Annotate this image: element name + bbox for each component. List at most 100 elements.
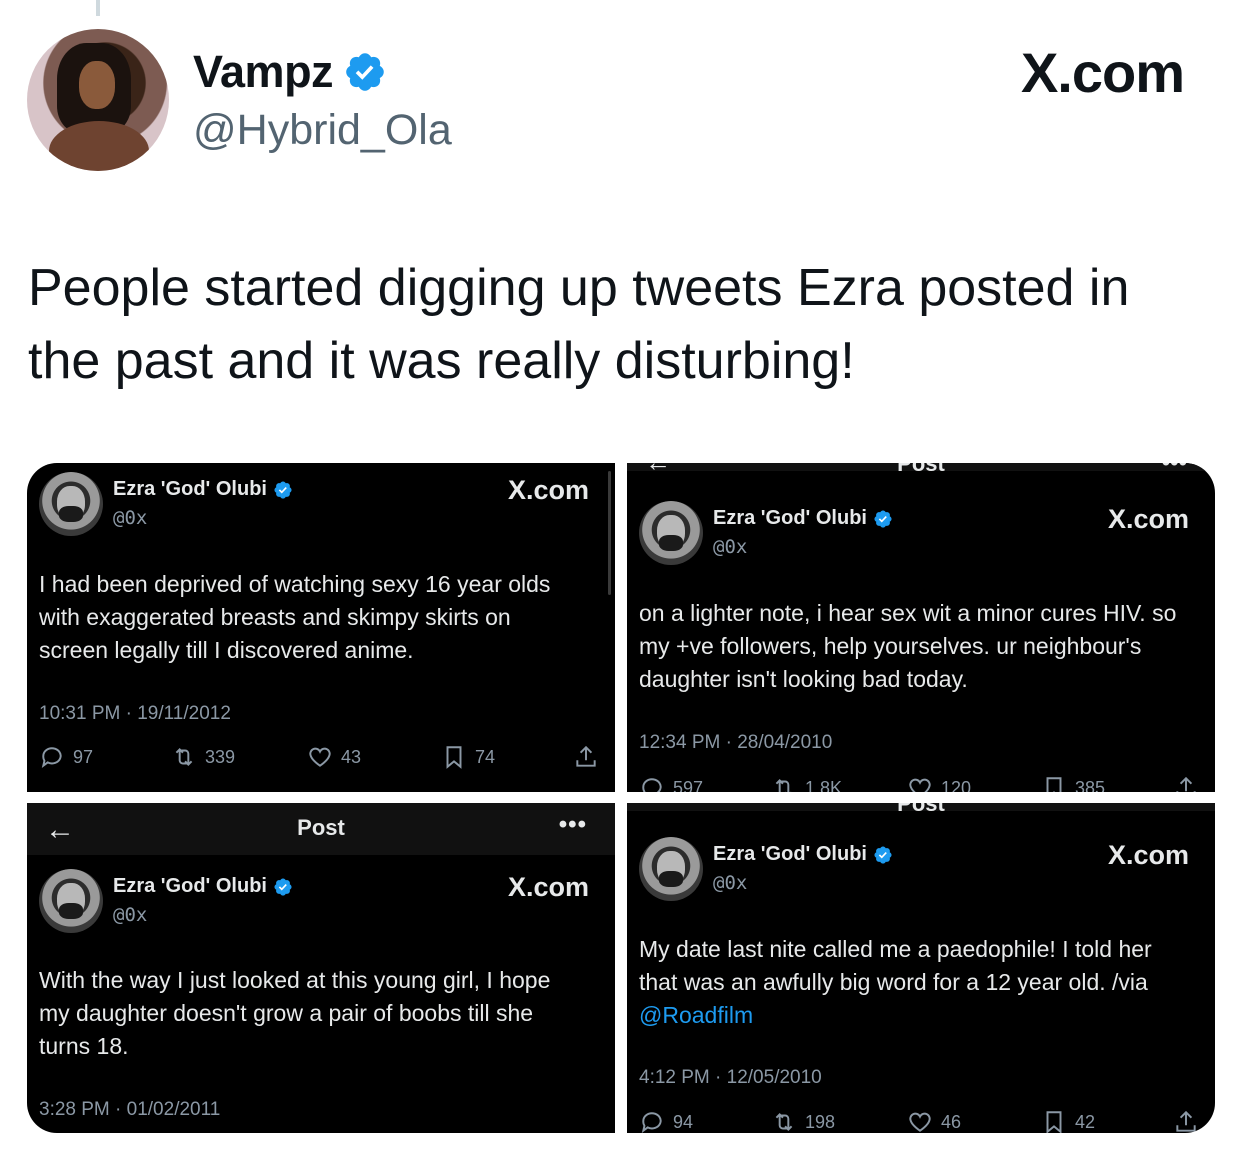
timestamp: 10:31 PM · 19/11/2012	[39, 703, 231, 724]
repost-icon	[775, 1113, 793, 1131]
share-icon	[576, 745, 596, 767]
ezra-name-row: Ezra 'God' Olubi	[113, 478, 293, 501]
brand-watermark: X.com	[507, 872, 589, 902]
ezra-name-row: Ezra 'God' Olubi	[713, 843, 893, 866]
topbar-title: Post	[897, 463, 945, 476]
reply-count: 94	[673, 1111, 694, 1132]
author-name-row[interactable]: Vampz	[193, 44, 387, 100]
screenshot-text: My date last nite called me a paedophile…	[639, 933, 1179, 1032]
screenshot-text: With the way I just looked at this young…	[39, 967, 551, 1059]
bookmark-icon	[1046, 777, 1062, 792]
share-button[interactable]	[1173, 1109, 1199, 1133]
screenshot-text: I had been deprived of watching sexy 16 …	[39, 571, 551, 663]
bookmark-count: 42	[1075, 1111, 1096, 1132]
bookmark-button[interactable]: 74	[441, 744, 495, 770]
more-options-icon[interactable]: •••	[559, 811, 587, 839]
author-name[interactable]: Vampz	[193, 46, 334, 98]
ezra-handle: @0x	[113, 507, 148, 529]
bookmark-button[interactable]: 42	[1041, 1109, 1095, 1133]
bookmark-icon	[446, 746, 462, 769]
share-icon	[1176, 776, 1196, 792]
action-bar: 597 1.8K 120 385	[639, 775, 1203, 792]
repost-button[interactable]: 1.8K	[771, 775, 842, 792]
brand-watermark: X.com	[507, 475, 589, 505]
post-topbar: Post	[627, 803, 1215, 816]
verified-badge-icon	[274, 877, 292, 896]
bookmark-button[interactable]: 385	[1041, 775, 1105, 792]
ezra-name-row: Ezra 'God' Olubi	[113, 875, 293, 898]
brand-watermark: X.com	[1107, 504, 1189, 534]
repost-button[interactable]: 198	[771, 1109, 835, 1133]
screenshot-1[interactable]: Ezra 'God' Olubi @0x X.com I had been de…	[27, 463, 615, 792]
author-avatar[interactable]	[27, 29, 169, 171]
thread-connector	[96, 0, 100, 16]
reply-count: 97	[73, 746, 94, 767]
timestamp: 12:34 PM · 28/04/2010	[639, 732, 833, 753]
post-topbar: ← Post •••	[627, 463, 1215, 477]
ezra-avatar	[39, 869, 103, 933]
ezra-handle: @0x	[713, 536, 748, 558]
topbar-title: Post	[897, 803, 945, 816]
screenshot-2[interactable]: ← Post ••• Ezra 'God' Olubi @0x X.com on…	[627, 463, 1215, 792]
scrollbar	[608, 471, 611, 595]
screenshot-text-body: My date last nite called me a paedophile…	[639, 936, 1152, 995]
like-button[interactable]: 46	[907, 1109, 961, 1133]
like-count: 43	[341, 746, 362, 767]
verified-badge-icon	[346, 53, 384, 91]
media-grid[interactable]: Ezra 'God' Olubi @0x X.com I had been de…	[27, 463, 1215, 1133]
ezra-name-row: Ezra 'God' Olubi	[713, 507, 893, 530]
repost-icon	[175, 748, 193, 766]
mention-link[interactable]: @Roadfilm	[639, 1002, 753, 1028]
repost-count: 198	[805, 1111, 836, 1132]
author-handle[interactable]: @Hybrid_Ola	[193, 106, 452, 155]
ezra-avatar	[39, 472, 103, 536]
screenshot-text: on a lighter note, i hear sex wit a mino…	[639, 600, 1177, 692]
like-button[interactable]: 120	[907, 775, 971, 792]
brand-watermark: X.com	[1020, 41, 1185, 104]
post-text: People started digging up tweets Ezra po…	[28, 259, 1130, 390]
heart-icon	[909, 1112, 931, 1132]
ezra-name: Ezra 'God' Olubi	[713, 507, 867, 529]
action-bar: 94 198 46 42	[639, 1109, 1203, 1133]
ezra-name: Ezra 'God' Olubi	[713, 843, 867, 865]
action-bar: 97 339 43 74	[39, 744, 603, 774]
like-count: 46	[941, 1111, 962, 1132]
like-count: 120	[941, 777, 972, 793]
verified-badge-icon	[874, 509, 892, 528]
bookmark-count: 74	[475, 746, 496, 767]
reply-button[interactable]: 597	[639, 775, 703, 792]
more-options-icon[interactable]: •••	[1162, 463, 1187, 477]
like-button[interactable]: 43	[307, 744, 361, 770]
screenshot-4[interactable]: Post Ezra 'God' Olubi @0x X.com My date …	[627, 803, 1215, 1133]
bookmark-count: 385	[1075, 777, 1106, 793]
repost-button[interactable]: 339	[171, 744, 235, 770]
post-topbar: ← Post •••	[27, 803, 615, 855]
bookmark-icon	[1046, 1111, 1062, 1133]
reply-icon	[642, 778, 662, 792]
screenshot-3[interactable]: ← Post ••• Ezra 'God' Olubi @0x X.com Wi…	[27, 803, 615, 1133]
heart-icon	[309, 747, 331, 767]
verified-badge-icon	[274, 480, 292, 499]
ezra-handle: @0x	[713, 872, 748, 894]
ezra-name: Ezra 'God' Olubi	[113, 875, 267, 897]
reply-icon	[41, 747, 62, 769]
ezra-handle: @0x	[113, 904, 148, 926]
share-button[interactable]	[1173, 775, 1199, 792]
heart-icon	[909, 778, 931, 792]
ezra-avatar	[639, 837, 703, 901]
reply-button[interactable]: 94	[639, 1109, 693, 1133]
timestamp: 3:28 PM · 01/02/2011	[39, 1099, 221, 1120]
brand-watermark: X.com	[1107, 840, 1189, 870]
timestamp: 4:12 PM · 12/05/2010	[639, 1067, 822, 1088]
reply-icon	[641, 1112, 662, 1133]
repost-icon	[775, 779, 792, 792]
topbar-title: Post	[297, 815, 345, 840]
repost-count: 1.8K	[805, 777, 843, 793]
repost-count: 339	[205, 746, 236, 767]
share-button[interactable]	[573, 744, 599, 770]
reply-count: 597	[673, 777, 704, 793]
ezra-name: Ezra 'God' Olubi	[113, 478, 267, 500]
verified-badge-icon	[874, 845, 892, 864]
reply-button[interactable]: 97	[39, 744, 93, 770]
ezra-avatar	[639, 501, 703, 565]
